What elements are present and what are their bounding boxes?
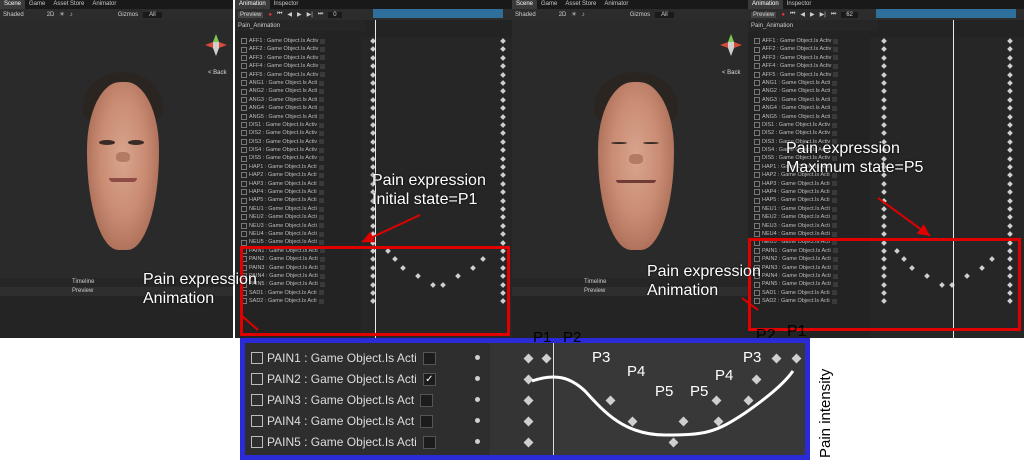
right-state-annotation: Pain expression Maximum state=P5 <box>786 139 923 177</box>
curve-label: P2 <box>563 329 582 346</box>
curve-label: P1 <box>533 329 552 346</box>
curve-label: P3 <box>743 349 762 366</box>
initial-state-arrow <box>361 214 421 243</box>
left-anim-line2: Animation <box>143 290 215 307</box>
right-anim-line1: Pain expression <box>647 263 761 280</box>
left-anim-arrow <box>241 315 259 331</box>
curve-label: P4 <box>627 363 646 380</box>
left-state-line1: Pain expression <box>372 172 486 189</box>
svg-text:Pain intensity: Pain intensity <box>817 368 834 458</box>
left-anim-line1: Pain expression <box>143 271 257 288</box>
right-anim-line2: Animation <box>647 282 719 299</box>
zoomed-pain-keyframes-panel: PAIN1 : Game Object.Is Acti PAIN2 : Game … <box>240 329 810 460</box>
right-state-line2: Maximum state=P5 <box>786 159 924 176</box>
pain-intensity-axis-label: Pain intensity <box>817 368 834 458</box>
curve-label: P3 <box>592 349 611 366</box>
curve-label: P4 <box>715 367 734 384</box>
curve-label: P5 <box>690 383 709 400</box>
left-anim-annotation: Pain expression Animation <box>143 270 257 308</box>
left-state-line2: Initial state=P1 <box>372 191 478 208</box>
pain-intensity-curve <box>531 370 795 437</box>
left-state-annotation: Pain expression Initial state=P1 <box>372 171 486 209</box>
right-state-line1: Pain expression <box>786 140 900 157</box>
right-anim-annotation: Pain expression Animation <box>647 262 761 300</box>
curve-label: P5 <box>655 383 674 400</box>
maximum-state-arrow <box>877 197 931 237</box>
